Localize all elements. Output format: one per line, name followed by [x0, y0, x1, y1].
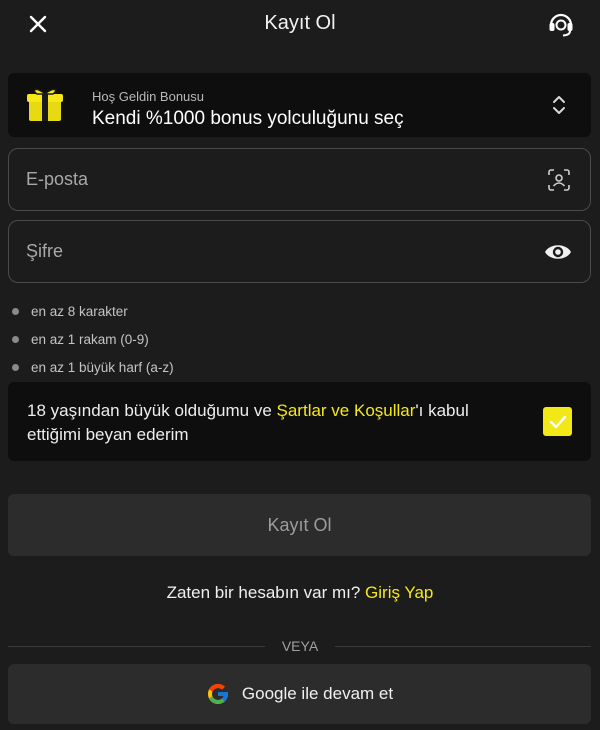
- login-link[interactable]: Giriş Yap: [365, 583, 433, 602]
- password-rules: en az 8 karakter en az 1 rakam (0-9) en …: [12, 297, 174, 381]
- register-button[interactable]: Kayıt Ol: [8, 494, 591, 556]
- checkmark-icon: [549, 415, 566, 428]
- rule-text: en az 1 büyük harf (a-z): [31, 359, 174, 375]
- page-title: Kayıt Ol: [264, 12, 336, 34]
- or-label: VEYA: [265, 638, 335, 654]
- show-password-button[interactable]: [544, 242, 572, 262]
- welcome-bonus-selector[interactable]: Hoş Geldin Bonusu Kendi %1000 bonus yolc…: [8, 73, 591, 137]
- support-button[interactable]: [546, 9, 576, 39]
- password-field-container: [8, 220, 591, 283]
- password-field[interactable]: [26, 221, 496, 282]
- age-terms-consent: 18 yaşından büyük olduğumu ve Şartlar ve…: [8, 382, 591, 461]
- terms-link[interactable]: Şartlar ve Koşullar: [277, 401, 416, 420]
- bullet-icon: [12, 307, 19, 315]
- consent-text-before: 18 yaşından büyük olduğumu ve: [27, 401, 277, 420]
- rule-text: en az 1 rakam (0-9): [31, 331, 149, 347]
- password-rule: en az 1 rakam (0-9): [12, 325, 174, 353]
- chevron-up-down-icon: [553, 96, 565, 114]
- google-signin-button[interactable]: Google ile devam et: [8, 664, 591, 724]
- login-prompt-text: Zaten bir hesabın var mı?: [166, 583, 361, 602]
- gift-icon: [27, 88, 63, 121]
- consent-checkbox[interactable]: [543, 407, 572, 436]
- google-icon: [207, 684, 228, 704]
- headset-icon: [549, 13, 573, 37]
- face-scan-icon: [548, 168, 570, 191]
- consent-text: 18 yaşından büyük olduğumu ve Şartlar ve…: [27, 399, 507, 447]
- email-field-container: [8, 148, 591, 211]
- password-rule: en az 8 karakter: [12, 297, 174, 325]
- bullet-icon: [12, 335, 19, 343]
- rule-text: en az 8 karakter: [31, 303, 128, 319]
- bullet-icon: [12, 363, 19, 371]
- login-prompt: Zaten bir hesabın var mı? Giriş Yap: [0, 583, 600, 603]
- header: Kayıt Ol: [0, 0, 600, 50]
- password-rule: en az 1 büyük harf (a-z): [12, 353, 174, 381]
- eye-icon: [545, 244, 571, 259]
- bonus-label: Hoş Geldin Bonusu: [92, 89, 205, 104]
- face-scan-button[interactable]: [548, 168, 570, 191]
- email-field[interactable]: [26, 149, 496, 210]
- bonus-selection: Kendi %1000 bonus yolculuğunu seç: [92, 108, 404, 129]
- google-button-label: Google ile devam et: [241, 684, 394, 703]
